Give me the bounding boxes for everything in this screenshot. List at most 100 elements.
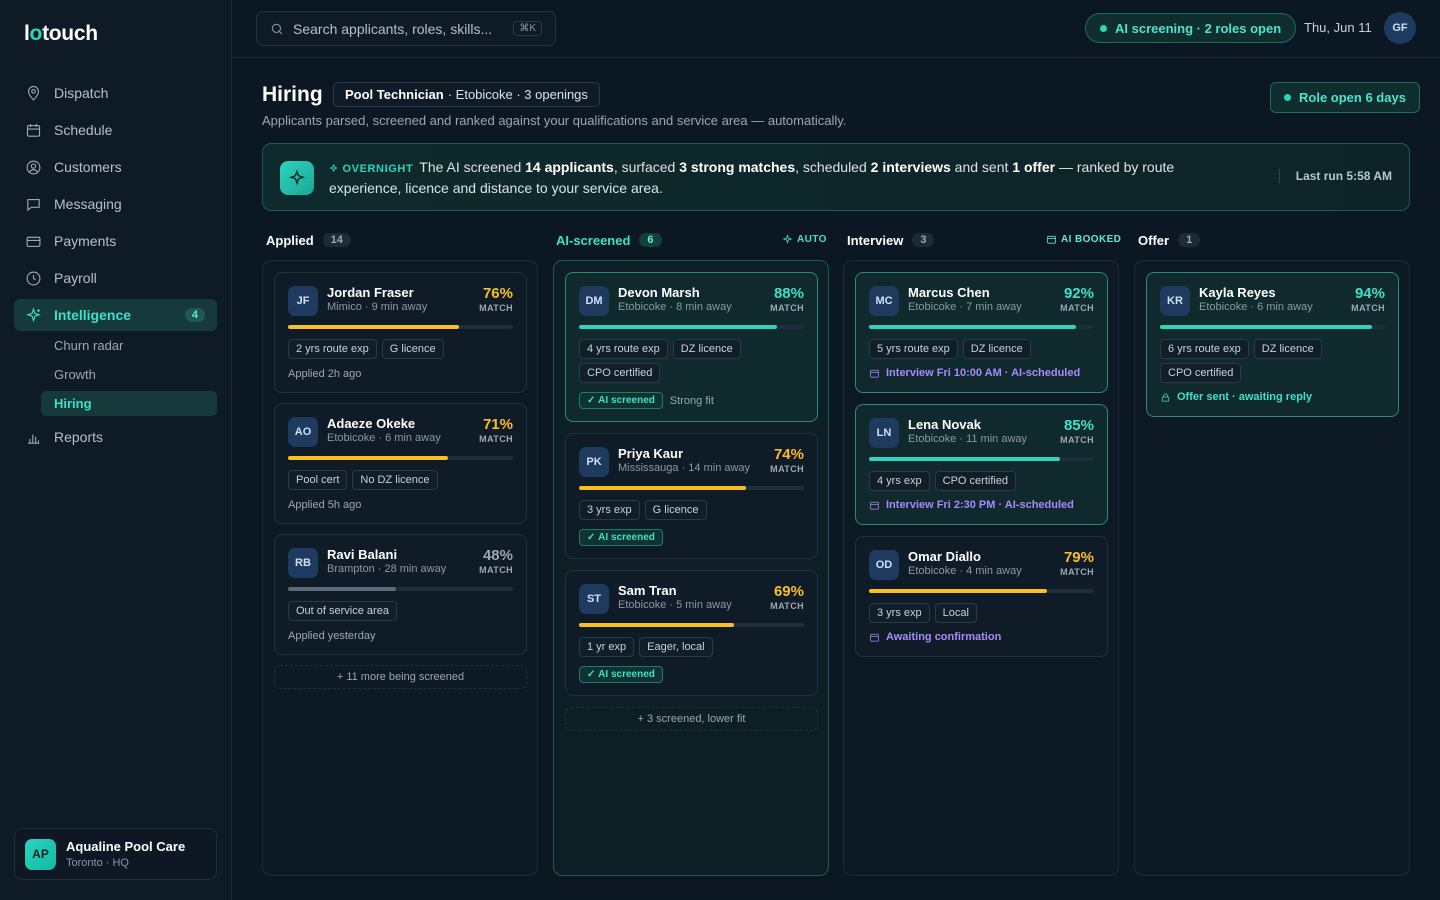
subnav-item-growth[interactable]: Growth <box>41 362 217 387</box>
applicant-card-lena-novak[interactable]: LN Lena Novak Etobicoke · 11 min away 85… <box>855 404 1108 525</box>
card-icon <box>26 236 41 247</box>
more-screened-link[interactable]: + 3 screened, lower fit <box>565 707 818 731</box>
skill-chips: 2 yrs route exp G licence <box>288 339 516 363</box>
search-input[interactable] <box>293 20 508 37</box>
match-percent: 48% <box>482 547 513 564</box>
match-bar <box>1160 325 1385 329</box>
search-shortcut: ⌘K <box>513 21 542 36</box>
avatar: MC <box>869 286 899 316</box>
match-label: MATCH <box>479 434 513 444</box>
role-chip[interactable]: Pool Technician · Etobicoke · 3 openings <box>333 82 600 107</box>
sparkle-icon <box>782 234 793 245</box>
current-date: Thu, Jun 11 <box>1304 20 1372 35</box>
ai-screened-text: AI screened <box>598 669 655 680</box>
applicant-card-kayla-reyes[interactable]: KR Kayla Reyes Etobicoke · 6 min away 94… <box>1146 272 1399 417</box>
banner-text-part: The AI screened <box>419 159 526 175</box>
match-bar-fill <box>1160 325 1372 329</box>
applicant-card-devon-marsh[interactable]: DM Devon Marsh Etobicoke · 8 min away 88… <box>565 272 818 422</box>
calendar-icon <box>26 123 41 137</box>
skill-chip: DZ licence <box>1253 339 1322 359</box>
status-dot <box>1100 24 1107 32</box>
sidebar-item-reports[interactable]: Reports <box>14 421 217 453</box>
applicant-card-adaeze-okeke[interactable]: AO Adaeze Okeke Etobicoke · 6 min away 7… <box>274 403 527 524</box>
auto-tag-text: AUTO <box>797 234 827 245</box>
match-bar <box>579 623 804 627</box>
skill-chip: 2 yrs route exp <box>288 339 377 359</box>
skill-chip: G licence <box>644 500 707 520</box>
match-percent: 88% <box>773 285 804 302</box>
sidebar-item-customers[interactable]: Customers <box>14 151 217 183</box>
skill-chips: 1 yr exp Eager, local <box>579 637 807 661</box>
applicant-card-sam-tran[interactable]: ST Sam Tran Etobicoke · 5 min away 69% M… <box>565 570 818 696</box>
column-header-applied: Applied 14 <box>266 230 351 250</box>
applicant-card-priya-kaur[interactable]: PK Priya Kaur Mississauga · 14 min away … <box>565 433 818 559</box>
applied-time: Applied 2h ago <box>288 368 362 380</box>
applicant-card-omar-diallo[interactable]: OD Omar Diallo Etobicoke · 4 min away 79… <box>855 536 1108 657</box>
match-percent: 69% <box>773 583 804 600</box>
interview-schedule: Interview Fri 2:30 PM · AI-scheduled <box>869 499 1074 511</box>
role-open-text: Role open 6 days <box>1299 90 1406 105</box>
applicant-meta: Etobicoke · 5 min away <box>618 599 732 611</box>
banner-text: ✧ OVERNIGHT The AI screened 14 applicants… <box>329 158 1229 198</box>
banner-applicants: 14 applicants <box>525 159 614 175</box>
applicant-meta: Etobicoke · 11 min away <box>908 433 1028 445</box>
applicant-card-ravi-balani[interactable]: RB Ravi Balani Brampton · 28 min away 48… <box>274 534 527 655</box>
applicant-card-jordan-fraser[interactable]: JF Jordan Fraser Mimico · 9 min away 76%… <box>274 272 527 393</box>
match-label: MATCH <box>479 565 513 575</box>
column-ai-screened: DM Devon Marsh Etobicoke · 8 min away 88… <box>553 260 829 876</box>
match-bar <box>288 325 513 329</box>
applicant-card-marcus-chen[interactable]: MC Marcus Chen Etobicoke · 7 min away 92… <box>855 272 1108 393</box>
app-logo[interactable]: lotouch <box>24 22 98 46</box>
page-subtitle: Applicants parsed, screened and ranked a… <box>262 113 847 128</box>
skill-chip: CPO certified <box>1160 363 1242 383</box>
page-title: Hiring <box>262 83 323 106</box>
role-open-badge[interactable]: Role open 6 days <box>1270 82 1420 113</box>
applicant-name: Marcus Chen <box>908 285 990 300</box>
avatar: RB <box>288 548 318 578</box>
skill-chip: Local <box>934 603 977 623</box>
ai-screened-text: AI screened <box>598 395 655 406</box>
match-bar <box>579 486 804 490</box>
sidebar-item-messaging[interactable]: Messaging <box>14 188 217 220</box>
org-name: Aqualine Pool Care <box>66 839 186 854</box>
sidebar-item-dispatch[interactable]: Dispatch <box>14 77 217 109</box>
skill-chip: 6 yrs route exp <box>1160 339 1249 359</box>
match-bar-fill <box>579 325 777 329</box>
status-dot <box>1284 94 1291 101</box>
applicant-meta: Brampton · 28 min away <box>327 563 447 575</box>
schedule-text: Awaiting confirmation <box>886 631 1002 643</box>
fit-note: Strong fit <box>669 394 714 407</box>
sidebar-item-schedule[interactable]: Schedule <box>14 114 217 146</box>
user-avatar[interactable]: GF <box>1384 12 1416 44</box>
avatar: OD <box>869 550 899 580</box>
column-header-offer: Offer 1 <box>1138 230 1201 250</box>
column-count: 6 <box>639 233 662 247</box>
skill-chip: G licence <box>381 339 444 359</box>
applicant-name: Sam Tran <box>618 583 677 598</box>
skill-chip: 1 yr exp <box>579 637 635 657</box>
sidebar: lotouch Dispatch Schedule Customers Mess… <box>0 0 232 900</box>
subnav-item-churn-radar[interactable]: Churn radar <box>41 333 217 358</box>
skill-chips: 6 yrs route exp DZ licence CPO certified <box>1160 339 1388 387</box>
sidebar-item-payments[interactable]: Payments <box>14 225 217 257</box>
sidebar-item-intelligence[interactable]: Intelligence 4 <box>14 299 217 331</box>
ai-screened-badge: ✓ AI screened <box>579 529 663 546</box>
skill-chips: 4 yrs route exp DZ licence CPO certified <box>579 339 807 387</box>
applicant-name: Kayla Reyes <box>1199 285 1276 300</box>
skill-chip: Out of service area <box>288 601 397 621</box>
skill-chips: 5 yrs route exp DZ licence <box>869 339 1097 363</box>
more-applicants-link[interactable]: + 11 more being screened <box>274 665 527 689</box>
avatar: DM <box>579 286 609 316</box>
org-switcher[interactable]: AP Aqualine Pool Care Toronto · HQ <box>14 828 217 880</box>
sidebar-item-payroll[interactable]: Payroll <box>14 262 217 294</box>
ai-screening-status[interactable]: AI screening · 2 roles open <box>1085 13 1297 43</box>
subnav-item-hiring[interactable]: Hiring <box>41 391 217 416</box>
org-avatar: AP <box>25 838 56 870</box>
banner-text-part: , surfaced <box>613 159 680 175</box>
search-box[interactable]: ⌘K <box>256 11 556 46</box>
match-label: MATCH <box>770 464 804 474</box>
applicant-name: Ravi Balani <box>327 547 398 562</box>
avatar: ST <box>579 584 609 614</box>
column-title: Interview <box>847 232 904 248</box>
sidebar-item-label: Payroll <box>54 270 97 286</box>
